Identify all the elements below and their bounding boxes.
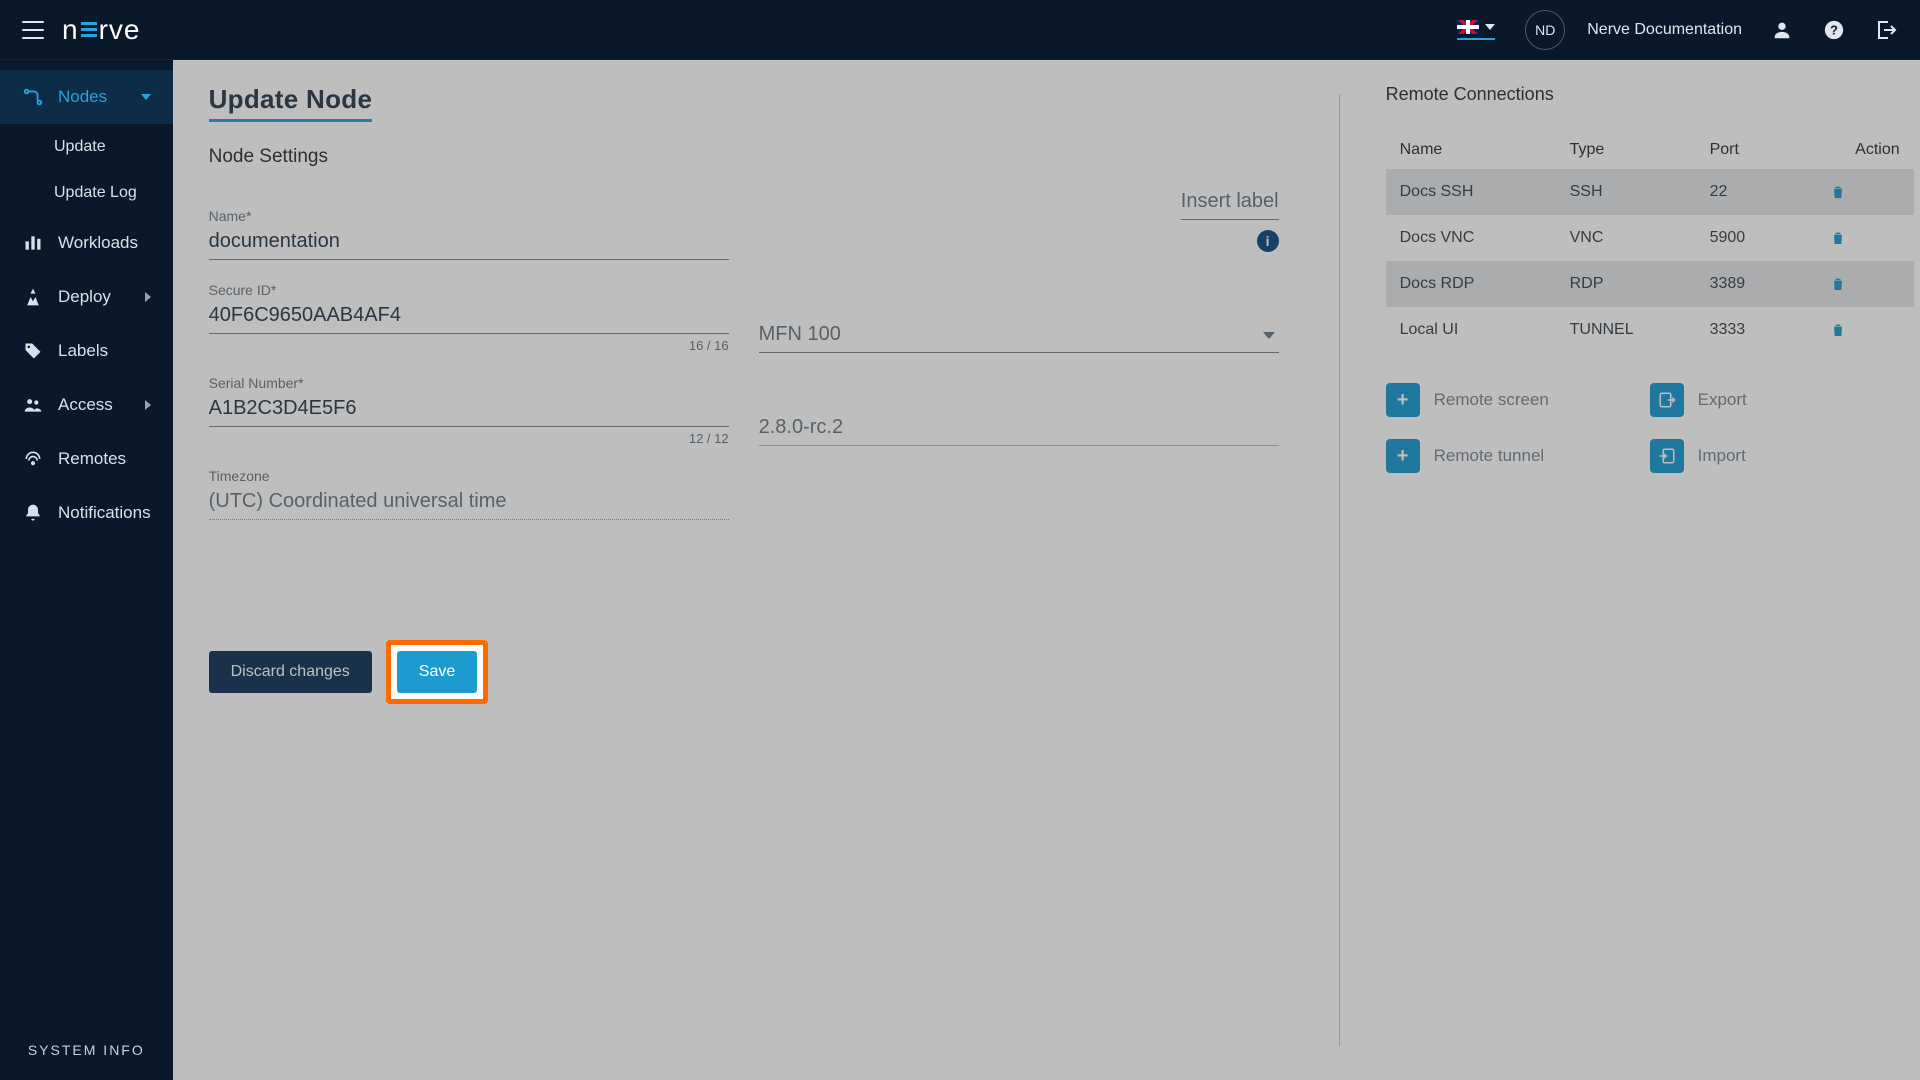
rc-btn-label: Import [1698,446,1746,466]
sidebar-item-label: Notifications [58,503,151,523]
rc-type: RDP [1570,275,1710,293]
logout-icon[interactable] [1874,18,1898,42]
workloads-icon [22,232,44,254]
trash-icon[interactable] [1830,276,1900,292]
remote-tunnel-button[interactable]: + Remote tunnel [1386,439,1650,473]
vertical-divider [1339,94,1340,1046]
rc-btn-label: Remote screen [1434,390,1549,410]
plus-icon: + [1386,383,1420,417]
chevron-right-icon [145,400,151,410]
version-field: 2.8.0-rc.2 [759,412,1279,446]
rc-type: SSH [1570,183,1710,201]
table-row[interactable]: Docs RDP RDP 3389 [1386,261,1914,307]
notifications-icon [22,502,44,524]
rc-btn-label: Export [1698,390,1747,410]
deploy-icon [22,286,44,308]
rc-name: Local UI [1400,321,1570,339]
sidebar: Nodes Update Update Log Workloads Deploy… [0,60,173,1080]
table-row[interactable]: Local UI TUNNEL 3333 [1386,307,1914,353]
label-input[interactable]: Insert label [1181,186,1279,220]
model-select[interactable]: MFN 100 [759,319,1279,353]
discard-button[interactable]: Discard changes [209,651,372,693]
app-logo: nrve [62,14,140,46]
svg-text:?: ? [1830,22,1838,37]
sidebar-item-label: Nodes [58,87,127,107]
flag-uk-icon [1457,20,1479,34]
secure-id-counter: 16 / 16 [209,338,729,353]
import-icon [1650,439,1684,473]
save-button[interactable]: Save [397,651,477,693]
trash-icon[interactable] [1830,230,1900,246]
rc-name: Docs SSH [1400,183,1570,201]
user-icon[interactable] [1770,18,1794,42]
rc-name: Docs VNC [1400,229,1570,247]
save-highlight: Save [386,640,488,704]
section-title: Node Settings [209,146,1299,168]
language-selector[interactable] [1457,20,1495,40]
current-user-label: Nerve Documentation [1587,21,1742,39]
serial-input[interactable]: A1B2C3D4E5F6 [209,393,729,427]
serial-label: Serial Number* [209,375,729,391]
system-info-link[interactable]: SYSTEM INFO [0,1020,173,1080]
rc-port: 3333 [1710,321,1830,339]
name-label: Name* [209,208,729,224]
sidebar-item-label: Labels [58,341,151,361]
sidebar-item-deploy[interactable]: Deploy [0,270,173,324]
plus-icon: + [1386,439,1420,473]
sidebar-item-label: Deploy [58,287,131,307]
rc-type: VNC [1570,229,1710,247]
remote-screen-button[interactable]: + Remote screen [1386,383,1650,417]
rc-port: 3389 [1710,275,1830,293]
table-row[interactable]: Docs VNC VNC 5900 [1386,215,1914,261]
page-title: Update Node [209,84,373,122]
rc-name: Docs RDP [1400,275,1570,293]
trash-icon[interactable] [1830,184,1900,200]
avatar[interactable]: ND [1525,10,1565,50]
col-name: Name [1400,141,1570,159]
help-icon[interactable]: ? [1822,18,1846,42]
trash-icon[interactable] [1830,322,1900,338]
sidebar-item-label: Remotes [58,449,151,469]
menu-icon[interactable] [22,21,44,39]
chevron-down-icon [141,94,151,100]
timezone-field: (UTC) Coordinated universal time [209,486,729,520]
serial-counter: 12 / 12 [209,431,729,446]
col-port: Port [1710,141,1830,159]
sidebar-item-nodes[interactable]: Nodes [0,70,173,124]
remotes-icon [22,448,44,470]
sidebar-item-label: Workloads [58,233,151,253]
table-row[interactable]: Docs SSH SSH 22 [1386,169,1914,215]
sidebar-subitem-update-log[interactable]: Update Log [0,170,173,216]
sidebar-item-label: Access [58,395,131,415]
nodes-icon [22,86,44,108]
rc-port: 22 [1710,183,1830,201]
access-icon [22,394,44,416]
chevron-right-icon [145,292,151,302]
sidebar-item-labels[interactable]: Labels [0,324,173,378]
col-action: Action [1830,141,1900,159]
chevron-down-icon [1485,24,1495,30]
export-icon [1650,383,1684,417]
secure-id-input[interactable]: 40F6C9650AAB4AF4 [209,300,729,334]
rc-port: 5900 [1710,229,1830,247]
sidebar-item-remotes[interactable]: Remotes [0,432,173,486]
sidebar-item-notifications[interactable]: Notifications [0,486,173,540]
sidebar-item-access[interactable]: Access [0,378,173,432]
timezone-label: Timezone [209,468,729,484]
export-button[interactable]: Export [1650,383,1914,417]
name-input[interactable]: documentation [209,226,729,260]
secure-id-label: Secure ID* [209,282,729,298]
labels-icon [22,340,44,362]
import-button[interactable]: Import [1650,439,1914,473]
rc-btn-label: Remote tunnel [1434,446,1545,466]
rc-type: TUNNEL [1570,321,1710,339]
sidebar-subitem-update[interactable]: Update [0,124,173,170]
chevron-down-icon [1263,332,1275,339]
sidebar-item-workloads[interactable]: Workloads [0,216,173,270]
remote-connections-title: Remote Connections [1386,84,1914,105]
col-type: Type [1570,141,1710,159]
info-icon[interactable]: i [1257,230,1279,252]
